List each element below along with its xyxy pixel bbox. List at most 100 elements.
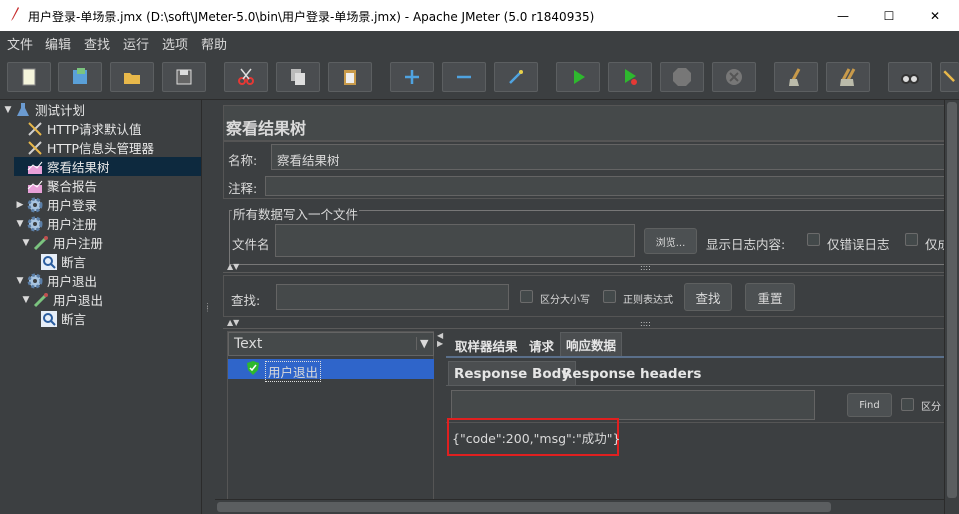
reset-button[interactable]: 重置 xyxy=(745,283,795,311)
tree-node-assertion[interactable]: 断言 xyxy=(40,252,86,271)
copy-button[interactable] xyxy=(276,62,320,92)
open-icon xyxy=(124,73,140,84)
comment-field[interactable] xyxy=(265,176,945,196)
filename-label: 文件名 xyxy=(232,237,270,252)
search-input[interactable] xyxy=(276,284,509,310)
results-list-pane xyxy=(227,331,434,501)
tree-node-view-results-tree[interactable]: 察看结果树 xyxy=(14,157,201,176)
renderer-select[interactable]: Text ▼ xyxy=(228,332,434,356)
search-label: 查找: xyxy=(231,293,261,308)
gear-icon xyxy=(26,215,44,233)
clear-all-button[interactable] xyxy=(826,62,870,92)
tab-request[interactable]: 请求 xyxy=(524,334,559,356)
paste-button[interactable] xyxy=(328,62,372,92)
case-sensitive-checkbox[interactable] xyxy=(520,290,533,303)
clear-button[interactable] xyxy=(774,62,818,92)
horizontal-scrollbar[interactable] xyxy=(215,499,944,514)
gear-icon xyxy=(26,272,44,290)
regex-checkbox[interactable] xyxy=(603,290,616,303)
response-search-input[interactable] xyxy=(451,390,815,420)
collapse-arrows-icon[interactable]: ▲▼ xyxy=(227,318,239,327)
maximize-icon: ☐ xyxy=(883,8,895,23)
menu-options[interactable]: 选项 xyxy=(162,34,188,53)
gear-icon xyxy=(26,196,44,214)
menu-edit[interactable]: 编辑 xyxy=(45,34,71,53)
tab-sampler-result[interactable]: 取样器结果 xyxy=(450,334,523,356)
save-button[interactable] xyxy=(162,62,206,92)
tree-node-label: 用户退出 xyxy=(53,293,104,308)
maximize-button[interactable]: ☐ xyxy=(866,0,912,31)
panel-title: 察看结果树 xyxy=(226,119,307,138)
stop-button[interactable] xyxy=(660,62,704,92)
split-arrows-icon[interactable]: ◀ ▶ xyxy=(437,332,443,348)
cut-button[interactable] xyxy=(224,62,268,92)
tree-node-user-register[interactable]: ▼ 用户注册 xyxy=(14,214,97,233)
expand-all-button[interactable] xyxy=(390,62,434,92)
close-button[interactable]: ✕ xyxy=(912,0,958,31)
minimize-button[interactable]: — xyxy=(820,0,866,31)
tree-node-test-plan[interactable]: ▼ 测试计划 xyxy=(2,100,85,119)
tab-response-data[interactable]: 响应数据 xyxy=(560,332,623,356)
open-button[interactable] xyxy=(110,62,154,92)
menu-file[interactable]: 文件 xyxy=(7,34,33,53)
collapse-toggle-icon[interactable]: ▼ xyxy=(2,105,14,115)
menu-help[interactable]: 帮助 xyxy=(201,34,227,53)
tree-node-aggregate-report[interactable]: 聚合报告 xyxy=(14,176,97,195)
response-case-checkbox[interactable] xyxy=(901,398,914,411)
browse-button[interactable]: 浏览... xyxy=(644,228,697,254)
tree-node-logout-sampler[interactable]: ▼ 用户退出 xyxy=(20,290,103,309)
result-row[interactable]: 用户退出 xyxy=(228,359,434,382)
filename-field[interactable] xyxy=(275,224,635,257)
collapse-arrows-icon[interactable]: ▲▼ xyxy=(227,262,239,271)
tree-node-http-defaults[interactable]: HTTP请求默认值 xyxy=(14,119,142,138)
success-only-checkbox[interactable] xyxy=(905,233,918,246)
tree-node-label: 测试计划 xyxy=(35,103,86,118)
start-button[interactable] xyxy=(556,62,600,92)
flask-icon xyxy=(14,101,32,119)
tab-response-headers[interactable]: Response headers xyxy=(557,363,706,385)
tree-node-header-manager[interactable]: HTTP信息头管理器 xyxy=(14,138,154,157)
collapse-toggle-icon[interactable]: ▼ xyxy=(14,219,26,229)
toggle-button[interactable] xyxy=(494,62,538,92)
templates-button[interactable] xyxy=(58,62,102,92)
window-title: 用户登录-单场景.jmx (D:\soft\JMeter-5.0\bin\用户登… xyxy=(28,10,595,24)
new-button[interactable] xyxy=(7,62,51,92)
menu-search[interactable]: 查找 xyxy=(84,34,110,53)
search-icon xyxy=(901,74,919,84)
magnifier-icon xyxy=(40,310,58,328)
search-button[interactable] xyxy=(888,62,932,92)
vertical-scrollbar[interactable] xyxy=(944,100,959,514)
chart-icon xyxy=(26,177,44,195)
find-button[interactable]: 查找 xyxy=(684,283,732,311)
tree-node-label: HTTP请求默认值 xyxy=(47,122,142,137)
errors-only-checkbox[interactable] xyxy=(807,233,820,246)
collapse-toggle-icon[interactable]: ▼ xyxy=(20,295,32,305)
collapse-toggle-icon[interactable]: ▼ xyxy=(14,276,26,286)
tree-node-user-logout[interactable]: ▼ 用户退出 xyxy=(14,271,97,290)
shutdown-button[interactable] xyxy=(712,62,756,92)
reset-search-button[interactable] xyxy=(940,62,959,92)
collapse-toggle-icon[interactable]: ▼ xyxy=(20,238,32,248)
tree-node-label: 用户注册 xyxy=(53,236,104,251)
tree-node-assertion[interactable]: 断言 xyxy=(40,309,86,328)
jmeter-feather-icon xyxy=(8,6,22,25)
expand-toggle-icon[interactable]: ▶ xyxy=(14,200,26,210)
menu-run[interactable]: 运行 xyxy=(123,34,149,53)
collapse-all-button[interactable] xyxy=(442,62,486,92)
menu-bar: 文件 编辑 查找 运行 选项 帮助 xyxy=(0,31,959,53)
name-field[interactable]: 察看结果树 xyxy=(271,144,945,170)
case-sensitive-label: 区分大小写 xyxy=(540,295,590,306)
log-content-label: 显示日志内容: xyxy=(706,237,786,252)
tree-node-register-sampler[interactable]: ▼ 用户注册 xyxy=(20,233,103,252)
copy-icon xyxy=(291,69,305,85)
tree-node-label: 用户登录 xyxy=(47,198,98,213)
scroll-thumb[interactable] xyxy=(217,502,831,512)
regex-label: 正则表达式 xyxy=(623,295,673,306)
split-divider[interactable]: ⋮ ⋮ xyxy=(201,100,215,514)
start-no-pauses-button[interactable] xyxy=(608,62,652,92)
scroll-thumb[interactable] xyxy=(947,102,957,498)
templates-icon xyxy=(73,68,87,84)
response-find-button[interactable]: Find xyxy=(847,393,892,417)
tree-node-user-login[interactable]: ▶ 用户登录 xyxy=(14,195,97,214)
tree-node-label: 断言 xyxy=(61,255,87,270)
